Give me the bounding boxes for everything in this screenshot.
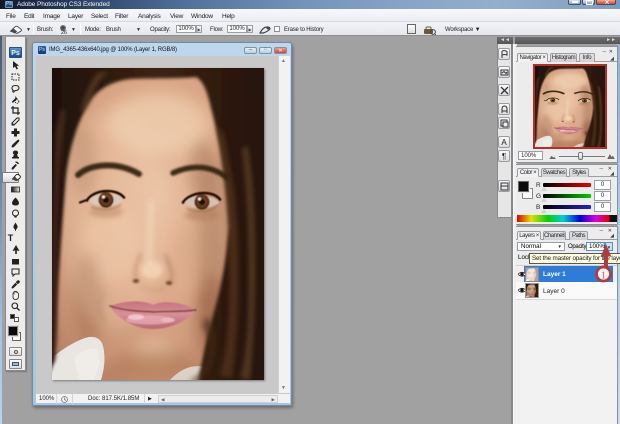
svg-text:1: 1	[601, 271, 606, 282]
